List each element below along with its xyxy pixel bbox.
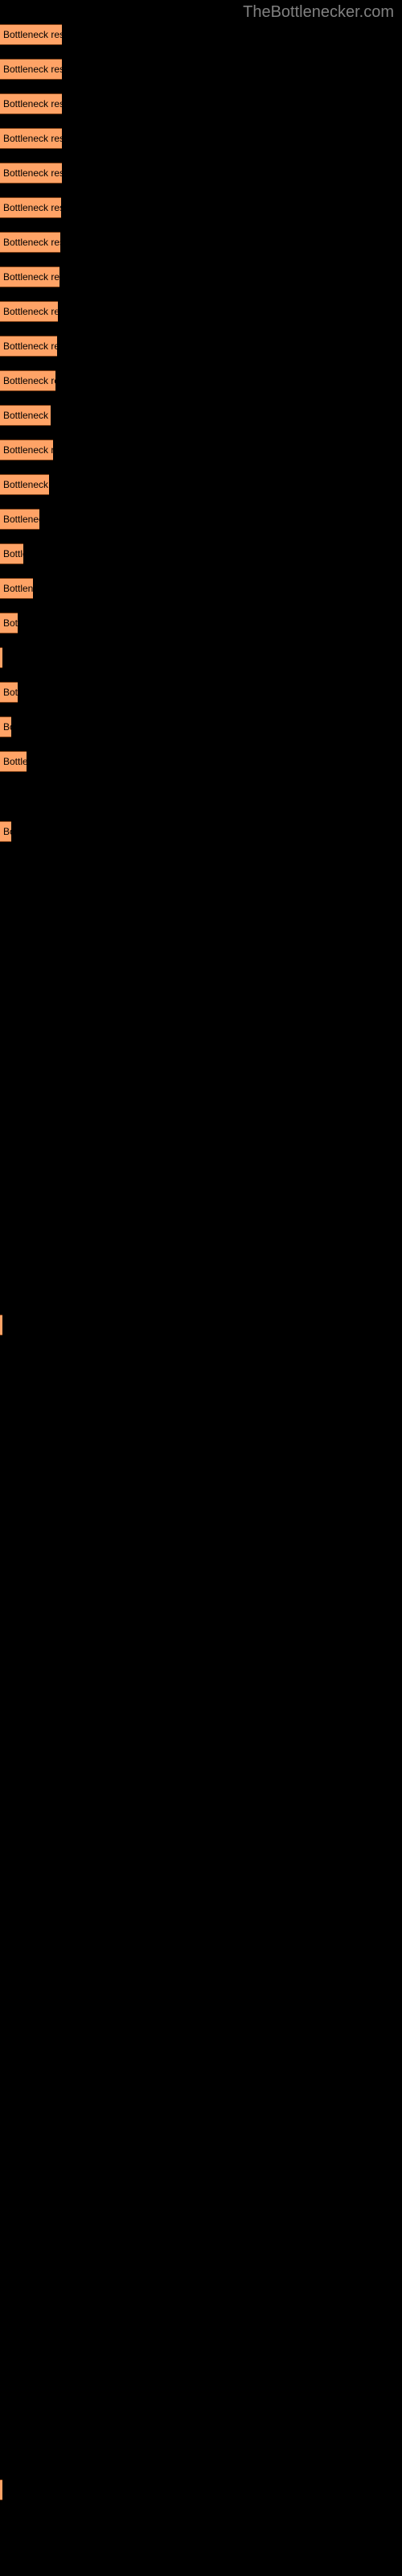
bar[interactable]: Bottleneck result xyxy=(0,128,62,149)
bar-label: Bottleneck result xyxy=(3,687,18,698)
bar[interactable]: Bottleneck result xyxy=(0,613,18,634)
bar[interactable]: Bottleneck result xyxy=(0,163,62,184)
bar[interactable]: Bottleneck result xyxy=(0,647,2,668)
bottleneck-bar-chart: Bottleneck result Bottleneck result Bottle… xyxy=(0,0,402,2576)
bar[interactable]: Bottleneck result xyxy=(0,370,55,391)
bar-label: Bottleneck result xyxy=(3,548,23,559)
bar[interactable]: Bottleneck result xyxy=(0,821,11,842)
bar-label: Bottleneck result xyxy=(3,341,57,352)
bar[interactable]: Bottleneck result xyxy=(0,543,23,564)
bar-label: Bottleneck result xyxy=(3,64,62,75)
bar[interactable]: Bottleneck result xyxy=(0,336,57,357)
bar[interactable]: Bottleneck result xyxy=(0,301,58,322)
bar-label: Bottleneck result xyxy=(3,98,62,109)
bar[interactable]: Bottleneck result xyxy=(0,197,61,218)
bar[interactable]: Bottleneck result xyxy=(0,2479,2,2500)
bar[interactable]: Bottleneck result xyxy=(0,716,11,737)
bar[interactable]: Bottleneck result xyxy=(0,682,18,703)
bar[interactable]: Bottleneck result xyxy=(0,232,60,253)
bar[interactable]: Bottleneck result xyxy=(0,266,59,287)
bar-label: Bottleneck result xyxy=(3,617,18,629)
bar-label: Bottleneck result xyxy=(3,514,39,525)
bar-label: Bottleneck result xyxy=(3,583,33,594)
bar[interactable]: Bottleneck result xyxy=(0,93,62,114)
bar[interactable]: Bottleneck result xyxy=(0,405,51,426)
bar-label: Bottleneck result xyxy=(3,410,51,421)
bar[interactable]: Bottleneck result xyxy=(0,509,39,530)
bar[interactable]: Bottleneck result xyxy=(0,1315,2,1335)
page-root: TheBottlenecker.com Bottleneck resultBot… xyxy=(0,0,402,2576)
bar-label: Bottleneck result xyxy=(3,444,53,456)
bar-label: Bottleneck result xyxy=(3,375,55,386)
bar-label: Bottleneck result xyxy=(3,721,11,733)
bar-label: Bottleneck result xyxy=(3,29,62,40)
bar[interactable]: Bottleneck result xyxy=(0,474,49,495)
bar-label: Bottleneck result xyxy=(3,237,60,248)
bar-label: Bottleneck result xyxy=(3,826,11,837)
bar-label: Bottleneck result xyxy=(3,756,27,767)
bar-label: Bottleneck result xyxy=(3,202,61,213)
bar-label: Bottleneck result xyxy=(3,167,62,179)
bar-label: Bottleneck result xyxy=(3,133,62,144)
bar-label: Bottleneck result xyxy=(3,271,59,283)
bar-label: Bottleneck result xyxy=(3,479,49,490)
bar-label: Bottleneck result xyxy=(3,306,58,317)
bar[interactable]: Bottleneck result xyxy=(0,24,62,45)
bar[interactable]: Bottleneck result xyxy=(0,440,53,460)
bar[interactable]: Bottleneck result xyxy=(0,578,33,599)
bar[interactable]: Bottleneck result xyxy=(0,59,62,80)
bar[interactable]: Bottleneck result xyxy=(0,751,27,772)
